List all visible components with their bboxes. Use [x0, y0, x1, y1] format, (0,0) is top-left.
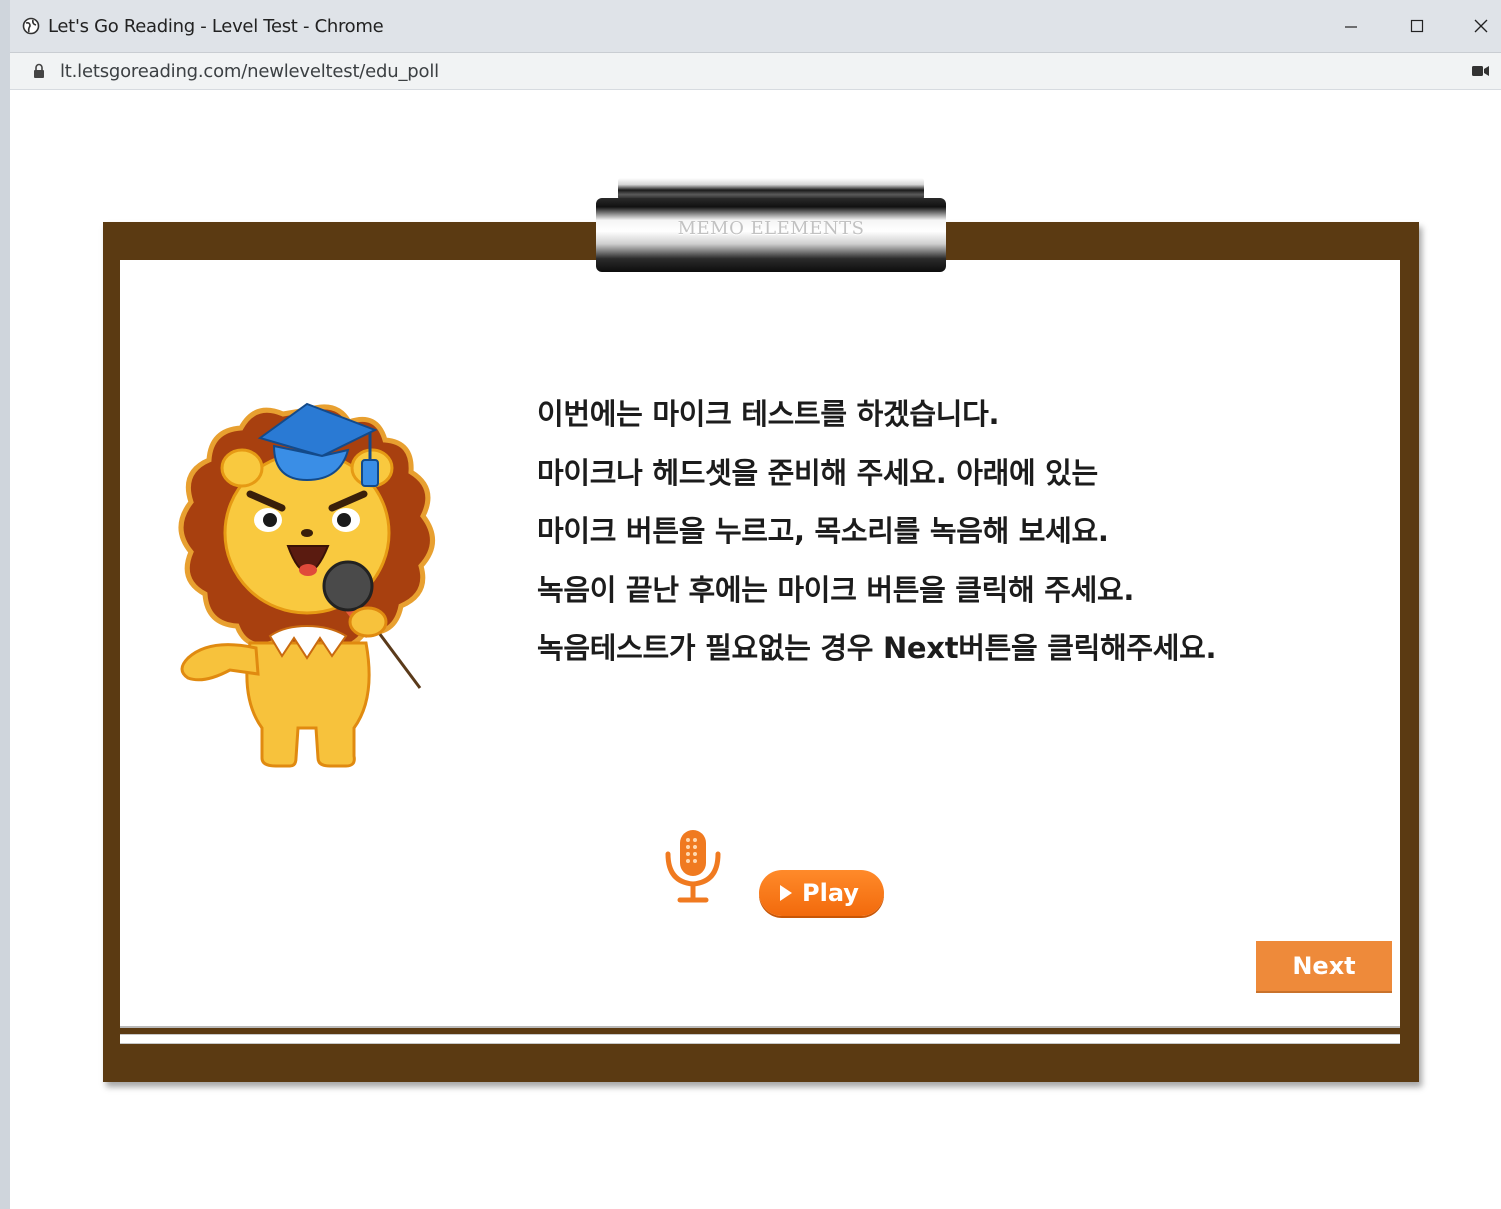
- microphone-icon[interactable]: [660, 826, 726, 910]
- close-icon: [1474, 19, 1488, 33]
- next-button[interactable]: Next: [1256, 941, 1392, 993]
- globe-icon: [22, 17, 40, 35]
- play-button[interactable]: Play: [759, 870, 884, 916]
- play-icon: [780, 885, 793, 901]
- minimize-button[interactable]: [1328, 8, 1374, 44]
- instruction-line: 녹음이 끝난 후에는 마이크 버튼을 클릭해 주세요.: [537, 572, 1135, 607]
- url-text[interactable]: lt.letsgoreading.com/newleveltest/edu_po…: [60, 61, 439, 82]
- minimize-icon: [1345, 26, 1357, 28]
- title-bar: Let's Go Reading - Level Test - Chrome: [10, 0, 1501, 53]
- camera-icon[interactable]: [1472, 65, 1490, 77]
- instruction-line: 녹음테스트가 필요없는 경우 Next버튼을 클릭해주세요.: [537, 631, 1217, 665]
- instruction-line: 마이크 버튼을 누르고, 목소리를 녹음해 보세요.: [537, 514, 1109, 548]
- clip-top-bar: [618, 178, 924, 200]
- browser-window: Let's Go Reading - Level Test - Chrome l…: [0, 0, 1501, 1209]
- close-button[interactable]: [1458, 8, 1501, 44]
- paper-bottom-strip: [120, 1034, 1400, 1044]
- maximize-icon: [1410, 19, 1424, 33]
- play-label: Play: [802, 879, 859, 907]
- paper-divider: [120, 1026, 1400, 1028]
- instruction-line: 마이크나 헤드셋을 준비해 주세요. 아래에 있는: [537, 455, 1098, 490]
- window-title: Let's Go Reading - Level Test - Chrome: [48, 16, 384, 37]
- next-label: Next: [1292, 952, 1356, 980]
- instruction-line: 이번에는 마이크 테스트를 하겠습니다.: [537, 397, 1000, 431]
- instruction-text: 이번에는 마이크 테스트를 하겠습니다. 마이크나 헤드셋을 준비해 주세요. …: [537, 393, 1217, 686]
- address-bar[interactable]: lt.letsgoreading.com/newleveltest/edu_po…: [10, 53, 1501, 90]
- maximize-button[interactable]: [1394, 8, 1440, 44]
- lion-mascot-icon: [178, 402, 435, 768]
- clip-label: MEMO ELEMENTS: [677, 218, 865, 239]
- lock-icon: [34, 63, 44, 78]
